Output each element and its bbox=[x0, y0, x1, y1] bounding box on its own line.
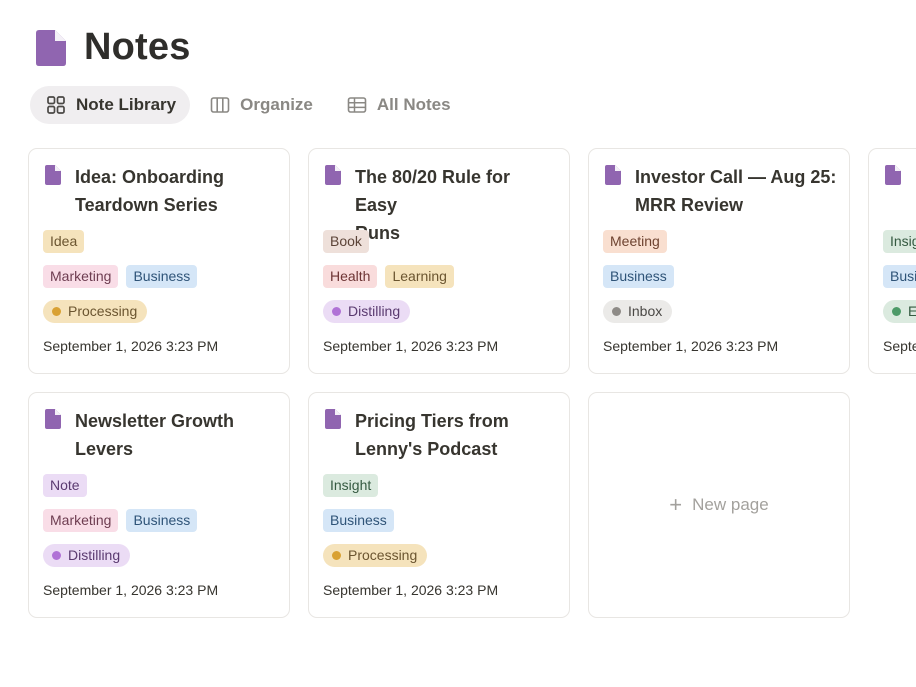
topic-tag: Business bbox=[126, 265, 198, 288]
status-dot bbox=[892, 307, 901, 316]
status-dot bbox=[332, 307, 341, 316]
card-date: September 1, 2026 3:23 PM bbox=[323, 338, 499, 354]
topic-tag: Business bbox=[126, 509, 198, 532]
note-card[interactable]: Idea: Onboarding Teardown Series Idea Mar… bbox=[28, 148, 290, 374]
type-tag: Meeting bbox=[603, 230, 667, 253]
board-icon bbox=[210, 97, 230, 113]
status-badge: Distilling bbox=[323, 300, 411, 323]
topic-tag: Busi bbox=[883, 265, 916, 288]
topic-tag: Learning bbox=[385, 265, 454, 288]
note-card[interactable]: Insig Busi E Septe bbox=[868, 148, 916, 374]
status-dot bbox=[52, 551, 61, 560]
card-date: September 1, 2026 3:23 PM bbox=[323, 582, 499, 598]
gallery-icon bbox=[47, 96, 65, 114]
new-page-button[interactable]: + New page bbox=[588, 392, 850, 618]
status-dot bbox=[332, 551, 341, 560]
status-badge: E bbox=[883, 300, 916, 323]
note-card[interactable]: Investor Call — Aug 25: MRR Review Meetin… bbox=[588, 148, 850, 374]
tab-label: Note Library bbox=[76, 95, 177, 114]
card-title[interactable]: Newsletter Growth Levers bbox=[75, 407, 234, 463]
page-header: Notes bbox=[36, 26, 191, 69]
document-icon bbox=[605, 165, 621, 185]
card-date: September 1, 2026 3:23 PM bbox=[603, 338, 779, 354]
status-badge: Distilling bbox=[43, 544, 131, 567]
status-badge: Processing bbox=[323, 544, 428, 567]
topic-tag: Business bbox=[323, 509, 394, 532]
card-title-row: Idea: Onboarding Teardown Series bbox=[45, 163, 277, 219]
view-tabs: Note Library Organize All Notes bbox=[30, 86, 469, 124]
document-icon bbox=[45, 409, 61, 429]
note-card[interactable]: The 80/20 Rule for Easy Runs Book Health … bbox=[308, 148, 570, 374]
type-tag: Idea bbox=[43, 230, 85, 253]
card-title[interactable]: Pricing Tiers from Lenny's Podcast bbox=[355, 407, 509, 463]
card-date: Septe bbox=[883, 338, 916, 354]
document-icon bbox=[45, 165, 61, 185]
card-date: September 1, 2026 3:23 PM bbox=[43, 582, 219, 598]
status-dot bbox=[612, 307, 621, 316]
status-badge: Processing bbox=[43, 300, 148, 323]
note-card[interactable]: Pricing Tiers from Lenny's Podcast Insigh… bbox=[308, 392, 570, 618]
card-title-row: Pricing Tiers from Lenny's Podcast bbox=[325, 407, 557, 463]
topic-tag: Business bbox=[603, 265, 674, 288]
note-card[interactable]: Newsletter Growth Levers Note Marketing B… bbox=[28, 392, 290, 618]
type-tag: Book bbox=[323, 230, 369, 253]
table-icon bbox=[347, 97, 367, 113]
type-tag: Note bbox=[43, 474, 87, 497]
card-title-row: Newsletter Growth Levers bbox=[45, 407, 277, 463]
page-title: Notes bbox=[84, 26, 191, 68]
new-page-label: New page bbox=[692, 495, 769, 514]
tab-organize[interactable]: Organize bbox=[194, 86, 327, 124]
card-title-row: Investor Call — Aug 25: MRR Review bbox=[605, 163, 837, 219]
status-dot bbox=[52, 307, 61, 316]
document-icon bbox=[36, 29, 66, 66]
card-title[interactable]: Investor Call — Aug 25: MRR Review bbox=[635, 163, 836, 219]
document-icon bbox=[325, 165, 341, 185]
topic-tag: Marketing bbox=[43, 265, 119, 288]
tab-all-notes[interactable]: All Notes bbox=[331, 86, 465, 124]
card-title[interactable]: The 80/20 Rule for Easy Runs bbox=[355, 163, 557, 247]
document-icon bbox=[885, 165, 901, 185]
tab-note-library[interactable]: Note Library bbox=[30, 86, 191, 124]
card-title-row bbox=[885, 163, 904, 185]
plus-icon: + bbox=[669, 492, 683, 517]
topic-tag: Health bbox=[323, 265, 378, 288]
card-date: September 1, 2026 3:23 PM bbox=[43, 338, 219, 354]
document-icon bbox=[325, 409, 341, 429]
status-badge: Inbox bbox=[603, 300, 673, 323]
type-tag: Insig bbox=[883, 230, 916, 253]
type-tag: Insight bbox=[323, 474, 379, 497]
tab-label: All Notes bbox=[376, 95, 451, 114]
topic-tag: Marketing bbox=[43, 509, 119, 532]
card-title[interactable]: Idea: Onboarding Teardown Series bbox=[75, 163, 224, 219]
tab-label: Organize bbox=[240, 95, 313, 114]
